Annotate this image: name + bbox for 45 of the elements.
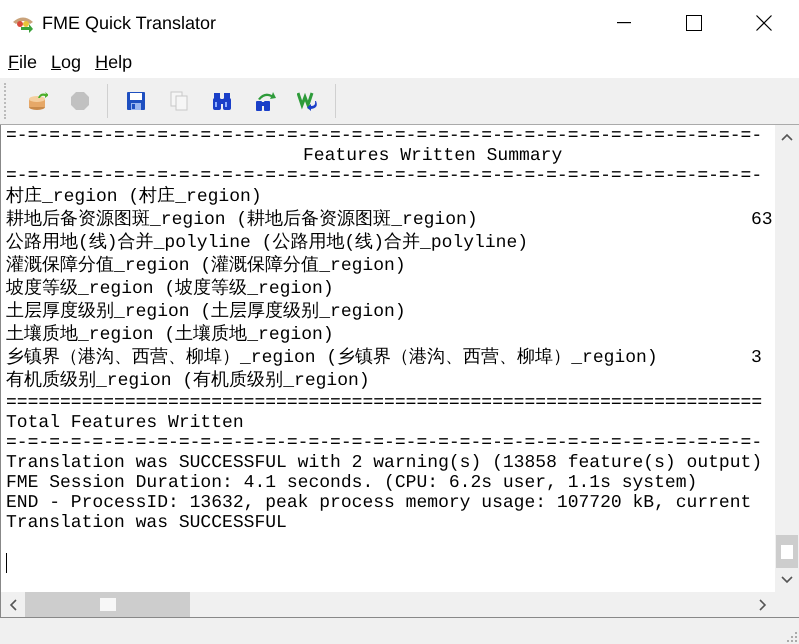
log-line: 有机质级别_region (有机质级别_region) <box>6 370 371 393</box>
feature-count: 3 <box>751 347 763 370</box>
log-line: END - ProcessID: 13632, peak process memory usage: 107720 kB, current <box>6 493 752 513</box>
separator-line: ====================================================================== <box>6 393 764 413</box>
log-heading: Features Written Summary <box>303 146 562 166</box>
w-arrow-icon <box>297 90 319 112</box>
log-line: 村庄_region (村庄_region) <box>6 186 263 209</box>
log-line: Translation was SUCCESSFUL with 2 warning(s) (13858 feature(s) output) <box>6 453 762 473</box>
chevron-down-icon <box>781 576 793 584</box>
separator-line: =-=-=-=-=-=-=-=-=-=-=-=-=-=-=-=-=-=-=-=-=-=-=-=-=-=-=-=-=-=-=-=-=-=-=- <box>6 126 764 146</box>
window-title: FME Quick Translator <box>42 12 218 34</box>
text-cursor <box>6 553 7 573</box>
separator-line: =-=-=-=-=-=-=-=-=-=-=-=-=-=-=-=-=-=-=-=-=-=-=-=-=-=-=-=-=-=-=-=-=-=-=- <box>6 166 764 186</box>
binoculars-icon <box>211 90 233 112</box>
feature-count: 63 <box>751 209 774 232</box>
stop-icon <box>69 90 91 112</box>
binoculars-arrow-icon <box>254 90 276 112</box>
resize-grip-icon[interactable] <box>787 632 797 642</box>
log-line: FME Session Duration: 4.1 seconds. (CPU: 6.2s user, 1.1s system) <box>6 473 698 493</box>
log-line: 坡度等级_region (坡度等级_region) <box>6 278 335 300</box>
vertical-scrollbar[interactable] <box>775 125 799 592</box>
database-icon <box>26 90 48 112</box>
chevron-left-icon <box>9 598 17 610</box>
log-line: Translation was SUCCESSFUL <box>6 513 287 533</box>
save-icon <box>125 90 147 112</box>
menu-item[interactable]: Log <box>51 52 82 72</box>
scroll-thumb[interactable] <box>776 535 798 568</box>
log-line: 乡镇界（港沟、西营、柳埠）_region (乡镇界（港沟、西营、柳埠）_region) <box>6 347 659 370</box>
pages-icon <box>168 90 190 112</box>
menu-item[interactable]: File <box>8 52 38 72</box>
menu-item[interactable]: Help <box>95 52 132 72</box>
close-icon <box>756 15 772 31</box>
log-line: 土层厚度级别_region (土层厚度级别_region) <box>6 301 407 324</box>
separator-line: =-=-=-=-=-=-=-=-=-=-=-=-=-=-=-=-=-=-=-=-=-=-=-=-=-=-=-=-=-=-=-=-=-=-=- <box>6 433 764 453</box>
chevron-right-icon <box>759 598 767 610</box>
horizontal-scrollbar[interactable] <box>1 592 775 617</box>
maximize-icon <box>686 15 702 31</box>
log-line: 公路用地(线)合并_polyline (公路用地(线)合并_polyline) <box>6 232 530 255</box>
log-line: 灌溉保障分值_region (灌溉保障分值_region) <box>6 255 407 278</box>
chevron-up-icon <box>781 133 793 141</box>
log-line: Total Features Written <box>6 413 244 433</box>
scroll-thumb[interactable] <box>25 592 190 617</box>
log-line: 土壤质地_region (土壤质地_region) <box>6 324 335 347</box>
log-line: 耕地后备资源图斑_region (耕地后备资源图斑_region) <box>6 209 479 232</box>
minimize-icon <box>617 22 631 24</box>
